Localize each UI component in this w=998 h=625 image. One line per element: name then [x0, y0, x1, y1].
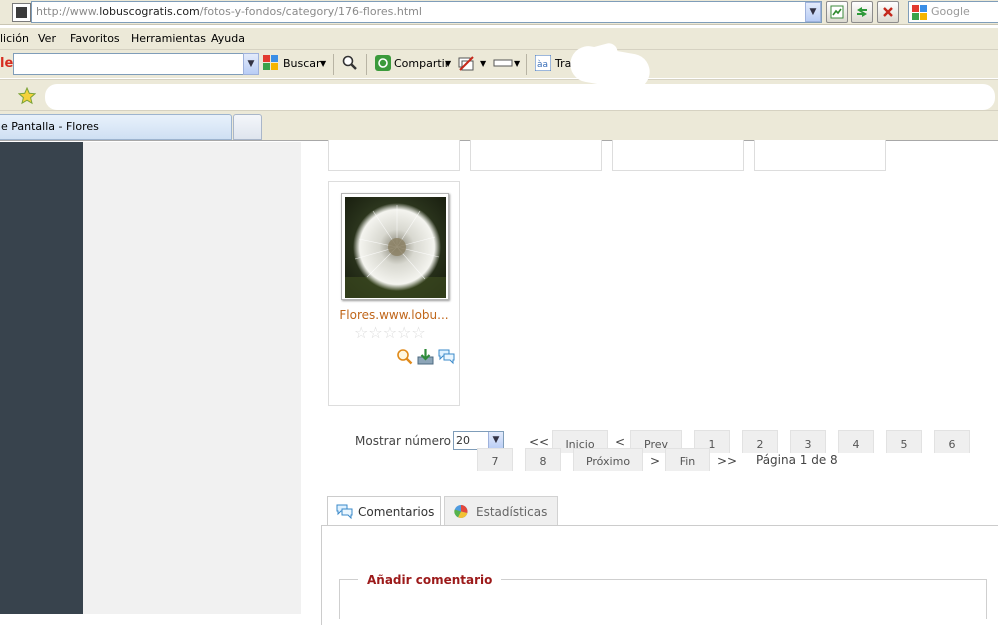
- bookmarks-bar: [0, 43, 998, 110]
- google-search-placeholder: Google: [931, 5, 970, 18]
- page-7-button[interactable]: 7: [477, 448, 513, 471]
- menu-bar: lición Ver Favoritos Herramientas Ayuda: [0, 28, 998, 49]
- dark-sidebar: [0, 142, 83, 614]
- autofill-icon[interactable]: [493, 55, 513, 71]
- toolbar-separator: [366, 54, 367, 75]
- pie-chart-icon: [454, 505, 468, 519]
- last-arrow: >>: [717, 454, 738, 468]
- menu-ver[interactable]: Ver: [38, 32, 56, 45]
- gray-column: [83, 142, 301, 614]
- compartir-dropdown-arrow[interactable]: ▼: [445, 59, 451, 68]
- page-4-button[interactable]: 4: [838, 430, 874, 453]
- url-prefix: http://www.: [36, 5, 100, 18]
- thumbnail-card-partial: [470, 140, 602, 171]
- popup-blocker-icon[interactable]: [458, 55, 474, 71]
- thumbnail-caption-link[interactable]: Flores.www.lobu...: [329, 308, 459, 322]
- page-2-button[interactable]: 2: [742, 430, 778, 453]
- thumbnail-card: Flores.www.lobu... ☆☆☆☆☆: [328, 181, 460, 406]
- tab-estadisticas[interactable]: Estadísticas: [444, 496, 558, 525]
- dandelion-image: [345, 197, 446, 298]
- translate-icon: àa: [535, 55, 551, 71]
- star-favorites-icon[interactable]: [18, 87, 36, 105]
- toolbar-separator: [333, 54, 334, 75]
- url-path: /fotos-y-fondos/category/176-flores.html: [199, 5, 422, 18]
- zoom-icon[interactable]: [396, 348, 413, 365]
- tab-estadisticas-label: Estadísticas: [476, 505, 548, 519]
- autofill-dropdown-arrow[interactable]: ▼: [514, 59, 520, 68]
- chevron-down-icon[interactable]: ▼: [488, 432, 503, 449]
- go-icon: [830, 5, 844, 19]
- next-arrow: >: [650, 454, 661, 468]
- redaction-scribble: [45, 84, 995, 110]
- browser-tab-bar: e Pantalla - Flores: [0, 110, 998, 141]
- google-toolbar: le ▼ Buscar ▼ Compartir ▼ ▼ ▼ àa Tradu: [0, 41, 998, 85]
- page-status: Página 1 de 8: [756, 453, 838, 467]
- comment-icon: [336, 504, 353, 519]
- toolbar-separator: [526, 54, 527, 75]
- mostrar-numero-label: Mostrar número: [355, 434, 451, 448]
- fin-button[interactable]: Fin: [665, 448, 710, 471]
- url-input[interactable]: http://www.lobuscogratis.com/fotos-y-fon…: [31, 1, 822, 23]
- thumbnail-card-partial: [612, 140, 744, 171]
- per-page-value: 20: [456, 434, 470, 447]
- web-page: Flores.www.lobu... ☆☆☆☆☆ Mostrar número …: [0, 140, 998, 625]
- google-icon: [912, 5, 927, 20]
- stop-button[interactable]: [877, 1, 899, 23]
- thumbnail-card-partial: [328, 140, 460, 171]
- menu-favoritos[interactable]: Favoritos: [70, 32, 120, 45]
- share-icon: [375, 55, 391, 71]
- go-button[interactable]: [826, 1, 848, 23]
- thumbnail-image[interactable]: [341, 193, 449, 300]
- menu-ayuda[interactable]: Ayuda: [211, 32, 245, 45]
- prev-arrow: <: [615, 435, 626, 449]
- comment-icon[interactable]: [438, 348, 455, 365]
- favicon-icon: [12, 3, 31, 22]
- magnifier-icon[interactable]: [342, 55, 358, 71]
- page-8-button[interactable]: 8: [525, 448, 561, 471]
- thumbnail-card-partial: [754, 140, 886, 171]
- popup-dropdown-arrow[interactable]: ▼: [480, 59, 486, 68]
- first-arrow: <<: [529, 435, 550, 449]
- download-icon[interactable]: [417, 348, 434, 365]
- compartir-button[interactable]: Compartir: [394, 57, 449, 70]
- google-icon: [263, 55, 278, 70]
- page-6-button[interactable]: 6: [934, 430, 970, 453]
- google-logo-fragment: le: [0, 56, 14, 71]
- refresh-button[interactable]: [851, 1, 873, 23]
- browser-tab-active[interactable]: e Pantalla - Flores: [0, 114, 232, 140]
- page-5-button[interactable]: 5: [886, 430, 922, 453]
- page-3-button[interactable]: 3: [790, 430, 826, 453]
- close-icon: [883, 7, 893, 17]
- browser-tab-title: e Pantalla - Flores: [1, 120, 99, 133]
- google-search-input[interactable]: Google: [908, 1, 998, 23]
- address-bar: http://www.lobuscogratis.com/fotos-y-fon…: [0, 0, 998, 25]
- url-domain: lobuscogratis.com: [99, 5, 200, 18]
- menu-herramientas[interactable]: Herramientas: [131, 32, 206, 45]
- tab-comentarios-label: Comentarios: [358, 505, 435, 519]
- menu-edicion[interactable]: lición: [0, 32, 29, 45]
- rating-stars[interactable]: ☆☆☆☆☆: [354, 325, 439, 341]
- buscar-dropdown-arrow[interactable]: ▼: [320, 59, 326, 68]
- anadir-comentario-legend: Añadir comentario: [358, 573, 502, 587]
- buscar-button[interactable]: Buscar: [283, 57, 321, 70]
- refresh-icon: [857, 7, 867, 17]
- new-tab-button[interactable]: [233, 114, 262, 140]
- proximo-button[interactable]: Próximo: [573, 448, 643, 471]
- toolbar-search-dropdown[interactable]: ▼: [243, 53, 259, 75]
- url-dropdown-button[interactable]: ▼: [805, 2, 821, 22]
- tab-comentarios[interactable]: Comentarios: [327, 496, 441, 526]
- svg-text:àa: àa: [537, 60, 548, 70]
- toolbar-search-input[interactable]: [13, 53, 246, 75]
